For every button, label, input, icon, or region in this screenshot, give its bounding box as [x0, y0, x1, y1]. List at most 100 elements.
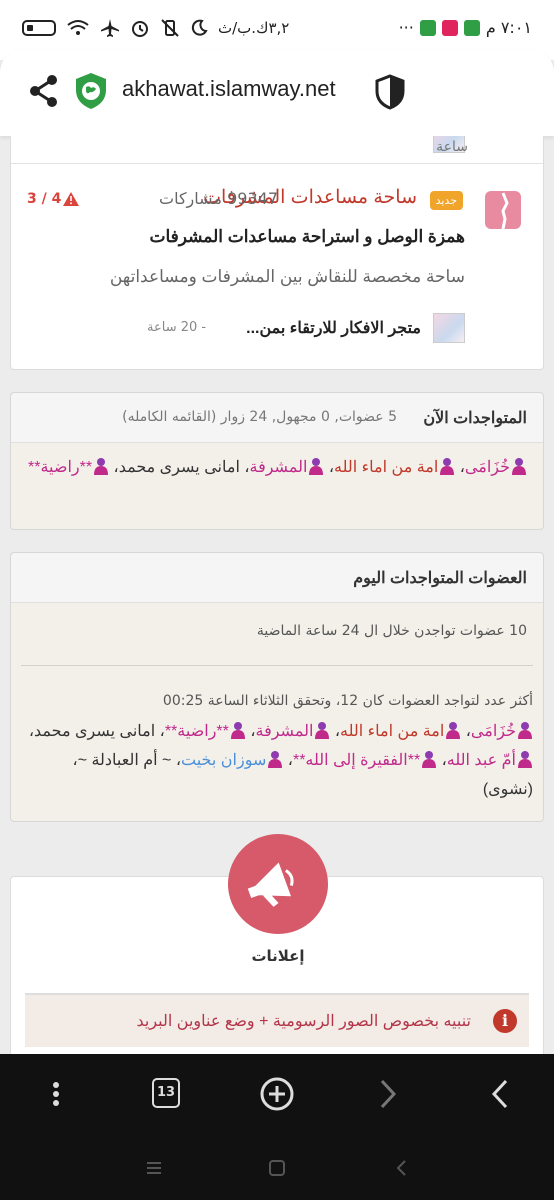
online-user[interactable]: المشرفة: [256, 722, 331, 740]
online-user[interactable]: المشرفة: [249, 458, 325, 476]
app-notification-icon: [419, 19, 436, 36]
user-icon: [440, 458, 455, 475]
online-user[interactable]: امانى يسرى محمد: [34, 723, 155, 740]
status-right: ٧:٠١ م ···: [399, 18, 532, 37]
panel-title: المتواجدات الآن: [423, 410, 527, 427]
user-name: ~ أم العبادلة ~: [77, 752, 172, 769]
plus-circle-icon[interactable]: [259, 1076, 295, 1112]
recent-apps-icon[interactable]: [144, 1158, 164, 1178]
today-users-list: خُزَامَى، امة من اماء الله، المشرفة، **ر…: [11, 711, 543, 810]
chevron-right-icon[interactable]: [370, 1076, 406, 1112]
user-icon: [230, 722, 245, 739]
page-content: ساعة جديد ساحة مساعدات المشرفات 99347 مش…: [0, 136, 554, 1054]
user-name: **راضية**: [164, 723, 229, 740]
user-name: (نشوى): [482, 781, 533, 798]
user-icon: [422, 751, 437, 768]
app-notification-icon: [463, 19, 480, 36]
forum-description: ساحة مخصصة للنقاش بين المشرفات ومساعداته…: [109, 267, 465, 286]
separator: ،: [324, 459, 335, 476]
today-count: 10 عضوات تواجدن خلال ال 24 ساعة الماضية: [256, 623, 527, 639]
clock: ٧:٠١ م: [485, 18, 532, 37]
panel-header: المتواجدات الآن 5 عضوات, 0 مجهول, 24 زوا…: [11, 393, 543, 443]
online-user[interactable]: خُزَامَى: [470, 722, 533, 740]
home-icon[interactable]: [267, 1158, 287, 1178]
new-badge: جديد: [429, 191, 463, 210]
info-icon: i: [493, 1009, 517, 1033]
warning-icon: [63, 192, 80, 206]
user-icon: [315, 722, 330, 739]
announcement-link[interactable]: تنبيه بخصوص الصور الرسومية + وضع عناوين …: [137, 1011, 472, 1031]
online-stats-link[interactable]: 5 عضوات, 0 مجهول, 24 زوار (القائمه الكام…: [122, 409, 397, 425]
overflow-dots: ···: [398, 18, 414, 37]
warning-count-text: 3 / 4: [27, 191, 62, 207]
previous-row-time: ساعة: [436, 139, 468, 155]
share-icon[interactable]: [28, 74, 60, 108]
user-icon: [309, 458, 324, 475]
online-user[interactable]: خُزَامَى: [464, 458, 527, 476]
divider: [21, 665, 533, 666]
separator: ،: [283, 752, 293, 769]
vibrate-off-icon: [161, 19, 179, 37]
online-user[interactable]: سوزان بخيت: [181, 751, 283, 769]
online-user[interactable]: (نشوى): [483, 781, 533, 798]
user-name: امة من اماء الله: [334, 459, 439, 476]
user-icon: [94, 458, 109, 475]
app-notification-icon: [441, 19, 458, 36]
separator: ،: [245, 723, 256, 740]
system-nav-bar: [0, 1134, 554, 1200]
online-user[interactable]: امانى يسرى محمد: [119, 459, 240, 476]
shield-icon[interactable]: [374, 74, 406, 110]
forum-card: ساعة جديد ساحة مساعدات المشرفات 99347 مش…: [10, 136, 544, 370]
separator: ،: [171, 752, 181, 769]
separator: ،: [155, 723, 165, 740]
user-name: خُزَامَى: [464, 459, 510, 476]
separator: ،: [330, 723, 341, 740]
warning-count[interactable]: 3 / 4: [27, 191, 80, 207]
url-text[interactable]: akhawat.islamway.net: [122, 76, 336, 102]
separator: ،: [455, 459, 465, 476]
status-left: ٣,٢ك.ب/ث: [22, 18, 289, 38]
user-name: **راضية**: [28, 459, 93, 476]
announcement-item[interactable]: i تنبيه بخصوص الصور الرسومية + وضع عناوي…: [25, 993, 529, 1047]
user-name: امة من اماء الله: [340, 723, 445, 740]
shield-globe-icon[interactable]: [74, 72, 108, 110]
user-icon: [518, 751, 532, 768]
announcements-label: إعلانات: [251, 947, 305, 965]
user-icon: [512, 458, 526, 475]
chevron-left-icon[interactable]: [482, 1076, 518, 1112]
back-icon[interactable]: [392, 1158, 412, 1178]
online-user[interactable]: **راضية**: [28, 458, 109, 476]
alarm-icon: [132, 21, 148, 37]
user-name: المشرفة: [249, 459, 308, 476]
online-users-list: خُزَامَى، امة من اماء الله، المشرفة، اما…: [11, 443, 543, 492]
separator: ،: [437, 752, 447, 769]
today-users-panel: العضوات المتواجدات اليوم 10 عضوات تواجدن…: [10, 552, 544, 822]
battery-icon: [22, 20, 56, 36]
last-post-link[interactable]: متجر الافكار للارتقاء بمن...: [246, 318, 421, 338]
megaphone-icon: [228, 834, 328, 934]
moon-icon: [191, 19, 208, 36]
network-speed: ٣,٢ك.ب/ث: [218, 19, 290, 37]
record-line: أكثر عدد لتواجد العضوات كان 12، وتحقق ال…: [162, 693, 533, 709]
panel-header: العضوات المتواجدات اليوم: [11, 553, 543, 603]
tabs-button[interactable]: 13: [152, 1078, 180, 1108]
online-user[interactable]: **راضية**: [164, 722, 246, 740]
online-user[interactable]: امة من اماء الله: [340, 722, 461, 740]
online-user[interactable]: **الفقيرة إلى الله**: [293, 751, 437, 769]
user-name: امانى يسرى محمد: [118, 459, 240, 476]
online-user[interactable]: أمّ عبد الله: [447, 751, 533, 769]
user-name: سوزان بخيت: [181, 752, 267, 769]
user-icon: [446, 722, 461, 739]
last-post-time: - 20 ساعة: [147, 320, 207, 335]
online-user[interactable]: ~ أم العبادلة ~: [78, 752, 172, 769]
more-vertical-icon[interactable]: [38, 1076, 74, 1112]
user-name: خُزَامَى: [470, 723, 516, 740]
separator: ،: [109, 459, 119, 476]
forum-icon: [485, 191, 521, 230]
online-now-panel: المتواجدات الآن 5 عضوات, 0 مجهول, 24 زوا…: [10, 392, 544, 530]
address-bar: akhawat.islamway.net: [0, 50, 554, 136]
online-user[interactable]: امة من اماء الله: [334, 458, 455, 476]
last-post-thumbnail: [433, 313, 465, 343]
divider: [11, 163, 543, 164]
user-icon: [518, 722, 532, 739]
